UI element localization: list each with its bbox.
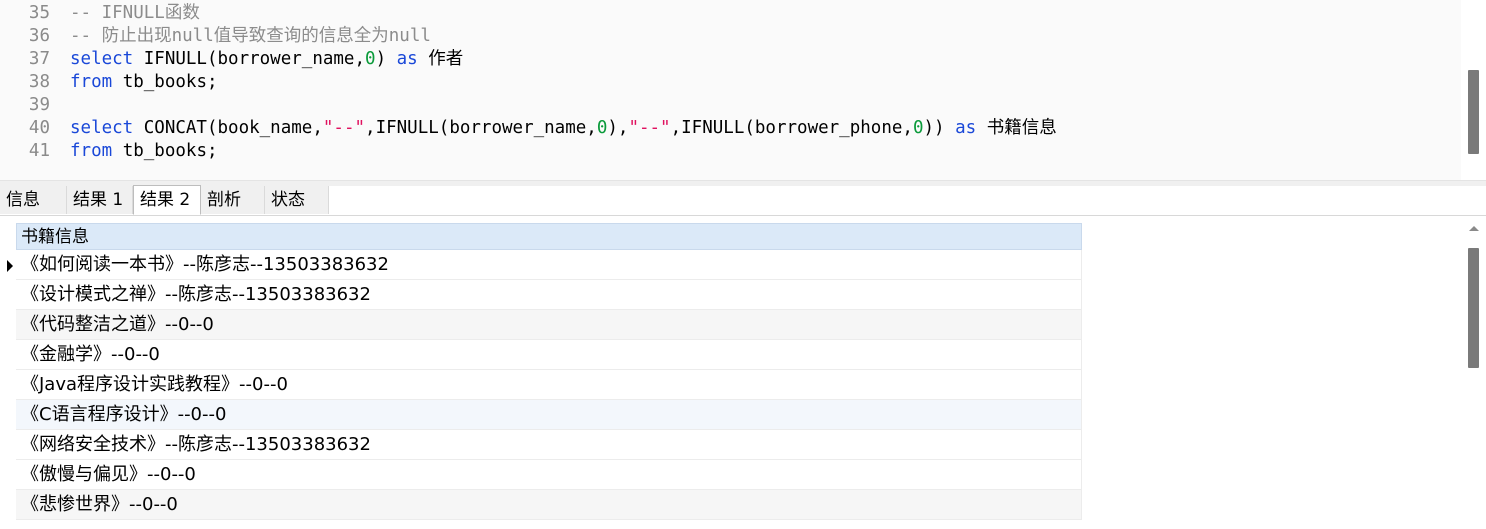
code-token: 0 xyxy=(912,118,924,138)
table-row[interactable]: 《悲惨世界》--0--0 xyxy=(16,490,1082,520)
code-token: "--" xyxy=(628,118,671,138)
table-row[interactable]: 《Java程序设计实践教程》--0--0 xyxy=(16,370,1082,400)
table-row[interactable]: 《网络安全技术》--陈彦志--13503383632 xyxy=(16,430,1082,460)
table-row[interactable]: 《如何阅读一本书》--陈彦志--13503383632 xyxy=(16,250,1082,280)
line-number: 39 xyxy=(28,95,50,115)
tab-profile[interactable]: 剖析 xyxy=(201,186,265,214)
tab-result-1[interactable]: 结果 1 xyxy=(67,186,133,214)
line-number: 41 xyxy=(28,141,50,161)
grid-scrollbar-thumb[interactable] xyxy=(1468,248,1479,368)
code-text: -- IFNULL函数 xyxy=(70,2,200,25)
code-token: as xyxy=(396,49,418,69)
table-row[interactable]: 《C语言程序设计》--0--0 xyxy=(16,400,1082,430)
code-token: -- IFNULL函数 xyxy=(70,3,200,23)
result-tabs: 信息 结果 1 结果 2 剖析 状态 xyxy=(0,185,1486,216)
code-token: CONCAT(book_name, xyxy=(133,118,323,138)
line-number: 36 xyxy=(28,26,50,46)
code-token: 作者 xyxy=(417,49,464,69)
table-row[interactable]: 《设计模式之禅》--陈彦志--13503383632 xyxy=(16,280,1082,310)
code-token: tb_books; xyxy=(112,141,218,161)
code-text: from tb_books; xyxy=(70,71,218,94)
code-token: from xyxy=(70,141,113,161)
current-row-indicator-icon xyxy=(7,260,13,272)
code-token: 0 xyxy=(365,49,376,69)
line-number: 37 xyxy=(28,49,50,69)
table-row[interactable]: 《代码整洁之道》--0--0 xyxy=(16,310,1082,340)
tab-status[interactable]: 状态 xyxy=(265,186,329,214)
line-number: 40 xyxy=(28,118,50,138)
code-token: ), xyxy=(607,118,629,138)
sql-editor[interactable]: 35 -- IFNULL函数 36 -- 防止出现null值导致查询的信息全为null… xyxy=(0,0,1486,180)
result-grid: 书籍信息 《如何阅读一本书》--陈彦志--13503383632 《设计模式之禅… xyxy=(0,216,1486,529)
code-token: 0 xyxy=(596,118,608,138)
editor-scrollbar-thumb[interactable] xyxy=(1468,70,1479,154)
code-token: IFNULL(borrower_name, xyxy=(133,49,366,69)
line-number: 38 xyxy=(28,72,50,92)
code-token: ,IFNULL(borrower_name, xyxy=(365,118,597,138)
code-text: from tb_books; xyxy=(70,140,218,163)
tab-result-2[interactable]: 结果 2 xyxy=(133,185,201,215)
line-number: 35 xyxy=(28,3,50,23)
table-row[interactable]: 《金融学》--0--0 xyxy=(16,340,1082,370)
code-token: select xyxy=(70,118,134,138)
code-token: -- 防止出现null值导致查询的信息全为null xyxy=(70,26,431,46)
scroll-up-arrow-icon[interactable] xyxy=(1469,226,1479,231)
code-token: )) xyxy=(923,118,956,138)
code-token: 书籍信息 xyxy=(976,118,1057,138)
tab-info[interactable]: 信息 xyxy=(0,186,67,214)
code-text: -- 防止出现null值导致查询的信息全为null xyxy=(70,25,431,48)
code-token: "--" xyxy=(322,118,366,138)
code-token: ) xyxy=(375,49,397,69)
code-text: select CONCAT(book_name,"--",IFNULL(borr… xyxy=(70,117,1057,140)
code-token: as xyxy=(955,118,977,138)
code-text: select IFNULL(borrower_name,0) as 作者 xyxy=(70,48,463,71)
column-header-book-info[interactable]: 书籍信息 xyxy=(16,223,1082,250)
code-token: select xyxy=(70,49,134,69)
code-token: tb_books; xyxy=(112,72,218,92)
code-token: ,IFNULL(borrower_phone, xyxy=(670,118,913,138)
table-row[interactable]: 《傲慢与偏见》--0--0 xyxy=(16,460,1082,490)
code-token: from xyxy=(70,72,113,92)
